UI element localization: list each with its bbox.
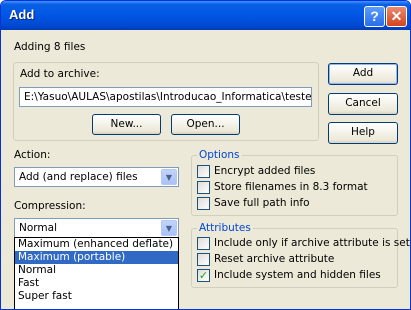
archive-path-value: E:\Yasuo\AULAS\apostilas\Introducao_Info… [24,91,312,103]
compression-option[interactable]: Normal [15,264,178,277]
new-button-label: New... [110,118,143,130]
action-select[interactable]: Add (and replace) files ▼ [14,167,179,187]
new-button[interactable]: New... [92,114,161,135]
help-button[interactable]: Help [328,122,398,144]
compression-dropdown-list: Maximum (enhanced deflate) Maximum (port… [14,237,179,309]
reset-attribute-label: Reset archive attribute [214,253,335,265]
checkmark-icon: ✓ [198,269,209,282]
store-8-3-label: Store filenames in 8.3 format [214,181,368,193]
compression-select-value: Normal [19,222,57,234]
archive-label: Add to archive: [20,68,100,80]
open-button-label: Open... [186,118,225,130]
encrypt-label: Encrypt added files [214,165,316,177]
compression-option[interactable]: Super fast [15,290,178,303]
window-title: Add [9,7,35,22]
options-group-title: Options [197,149,242,161]
help-title-button[interactable]: ? [364,6,385,27]
compression-option[interactable]: Fast [15,277,178,290]
save-full-path-checkbox[interactable] [197,197,210,210]
archive-attribute-label: Include only if archive attribute is set [214,237,410,249]
add-button[interactable]: Add [328,63,398,85]
compression-select[interactable]: Normal ▼ [14,218,179,238]
close-button[interactable]: ✕ [386,6,407,27]
attributes-group-title: Attributes [197,222,253,234]
action-label: Action: [14,149,51,161]
cancel-button[interactable]: Cancel [328,93,398,115]
store-8-3-checkbox[interactable] [197,181,210,194]
status-text: Adding 8 files [14,41,86,53]
open-button[interactable]: Open... [171,114,240,135]
compression-option-highlighted[interactable]: Maximum (portable) [15,251,178,264]
add-dialog: Add ? ✕ Adding 8 files Add to archive: E… [0,0,411,310]
archive-attribute-checkbox[interactable] [197,237,210,250]
system-hidden-checkbox[interactable]: ✓ [197,269,210,282]
archive-path-input[interactable]: E:\Yasuo\AULAS\apostilas\Introducao_Info… [19,87,312,107]
add-button-label: Add [352,67,374,79]
reset-attribute-checkbox[interactable] [197,253,210,266]
chevron-down-icon[interactable]: ▼ [161,220,177,236]
compression-label: Compression: [14,200,86,212]
chevron-down-icon[interactable]: ▼ [161,169,177,185]
title-bar[interactable]: Add ? ✕ [1,1,410,30]
compression-option[interactable]: Maximum (enhanced deflate) [15,238,178,251]
encrypt-checkbox[interactable] [197,165,210,178]
action-select-value: Add (and replace) files [19,171,138,183]
cancel-button-label: Cancel [345,97,381,109]
save-full-path-label: Save full path info [214,197,310,209]
system-hidden-label: Include system and hidden files [214,269,381,281]
help-button-label: Help [351,126,375,138]
